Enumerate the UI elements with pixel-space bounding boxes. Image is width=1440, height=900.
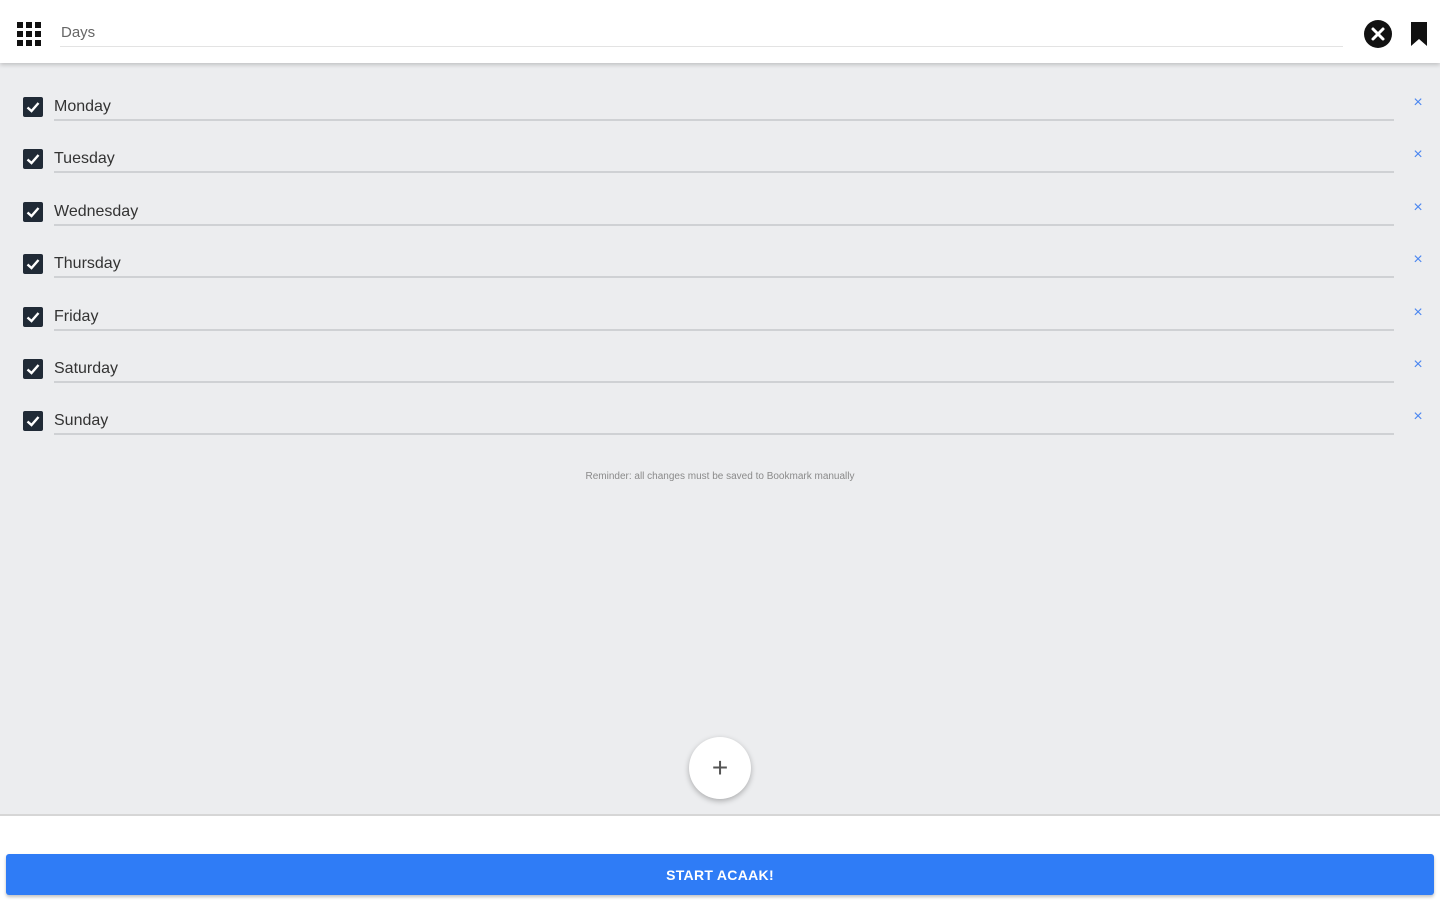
day-input-monday[interactable] <box>54 95 1394 121</box>
day-input-sunday[interactable] <box>54 409 1394 435</box>
add-day-button[interactable]: + <box>689 737 751 799</box>
remove-icon[interactable]: × <box>1410 200 1426 216</box>
checkbox-friday[interactable] <box>23 307 43 327</box>
checkbox-wednesday[interactable] <box>23 202 43 222</box>
remove-icon[interactable]: × <box>1410 409 1426 425</box>
list-item: × <box>0 409 1440 451</box>
start-button[interactable]: START ACAAK! <box>6 854 1434 895</box>
close-circle-icon[interactable] <box>1364 20 1392 48</box>
day-input-saturday[interactable] <box>54 357 1394 383</box>
day-input-wednesday[interactable] <box>54 200 1394 226</box>
remove-icon[interactable]: × <box>1410 357 1426 373</box>
list-item: × <box>0 200 1440 242</box>
days-list-panel: × × × × × × <box>0 63 1440 816</box>
remove-icon[interactable]: × <box>1410 95 1426 111</box>
day-input-thursday[interactable] <box>54 252 1394 278</box>
list-item: × <box>0 147 1440 189</box>
day-input-tuesday[interactable] <box>54 147 1394 173</box>
apps-grid-icon[interactable] <box>17 22 41 46</box>
list-item: × <box>0 252 1440 294</box>
checkbox-thursday[interactable] <box>23 254 43 274</box>
remove-icon[interactable]: × <box>1410 147 1426 163</box>
bookmark-icon[interactable] <box>1410 22 1428 51</box>
list-item: × <box>0 95 1440 137</box>
checkbox-tuesday[interactable] <box>23 149 43 169</box>
remove-icon[interactable]: × <box>1410 252 1426 268</box>
day-input-friday[interactable] <box>54 305 1394 331</box>
checkbox-saturday[interactable] <box>23 359 43 379</box>
list-item: × <box>0 305 1440 347</box>
checkbox-monday[interactable] <box>23 97 43 117</box>
plus-icon: + <box>711 752 729 783</box>
list-item: × <box>0 357 1440 399</box>
reminder-text: Reminder: all changes must be saved to B… <box>585 471 855 482</box>
footer: START ACAAK! <box>0 816 1440 900</box>
top-bar <box>0 0 1440 63</box>
remove-icon[interactable]: × <box>1410 305 1426 321</box>
title-input[interactable] <box>60 18 1343 47</box>
checkbox-sunday[interactable] <box>23 411 43 431</box>
